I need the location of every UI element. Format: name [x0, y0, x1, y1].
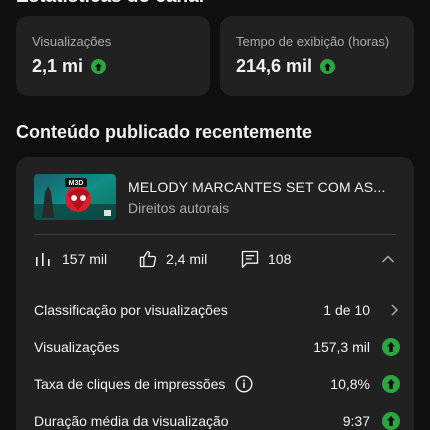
recent-video-card: M3D MELODY MARCANTES SET COM AS... Direi… [16, 157, 414, 430]
video-copyright-status: Direitos autorais [128, 200, 230, 216]
video-likes-metric: 2,4 mil [138, 249, 240, 269]
avg-duration-detail-label: Duração média da visualização [34, 413, 229, 429]
ranking-label: Classificação por visualizações [34, 302, 228, 318]
avg-duration-detail-value: 9:37 [342, 413, 370, 429]
divider [34, 234, 396, 235]
recent-content-title: Conteúdo publicado recentemente [16, 122, 313, 142]
views-stat-value: 2,1 mi [32, 56, 84, 76]
svg-text:M3D: M3D [69, 180, 84, 187]
watch-time-stat-label: Tempo de exibição (horas) [236, 34, 390, 49]
ctr-detail-label: Taxa de cliques de impressões [34, 376, 226, 392]
ctr-detail-row: Taxa de cliques de impressões 10,8% [34, 373, 400, 395]
video-comments-metric: 108 [240, 249, 360, 269]
trend-up-icon [91, 59, 107, 74]
video-title[interactable]: MELODY MARCANTES SET COM AS... [128, 179, 386, 195]
views-stat-label: Visualizações [32, 34, 112, 49]
chevron-up-icon [380, 251, 396, 267]
trend-up-icon [382, 338, 400, 356]
bar-chart-icon [34, 250, 62, 268]
views-detail-value: 157,3 mil [313, 339, 370, 355]
video-views-value: 157 mil [62, 251, 108, 267]
channel-stats-title: Estatísticas do canal [16, 0, 204, 8]
views-stat-card[interactable]: Visualizações 2,1 mi [16, 16, 210, 96]
ctr-detail-value: 10,8% [330, 376, 370, 392]
info-icon[interactable] [235, 375, 253, 393]
views-detail-row: Visualizações 157,3 mil [34, 336, 400, 358]
comment-icon [240, 249, 268, 269]
trend-up-icon [320, 59, 336, 74]
thumbs-up-icon [138, 249, 166, 269]
views-detail-label: Visualizações [34, 339, 120, 355]
video-comments-value: 108 [268, 251, 292, 267]
watch-time-stat-value: 214,6 mil [236, 56, 313, 76]
avg-duration-detail-row: Duração média da visualização 9:37 [34, 410, 400, 430]
video-thumbnail[interactable]: M3D [34, 174, 116, 220]
collapse-button[interactable] [380, 251, 396, 267]
video-views-metric: 157 mil [34, 250, 138, 268]
video-metrics-row: 157 mil 2,4 mil 108 [34, 247, 396, 271]
chevron-right-icon [388, 303, 400, 317]
ranking-value: 1 de 10 [323, 302, 370, 318]
ranking-row[interactable]: Classificação por visualizações 1 de 10 [34, 299, 400, 321]
watch-time-stat-card[interactable]: Tempo de exibição (horas) 214,6 mil [220, 16, 414, 96]
video-likes-value: 2,4 mil [166, 251, 208, 267]
video-item[interactable]: M3D MELODY MARCANTES SET COM AS... Direi… [34, 174, 402, 222]
trend-up-icon [382, 412, 400, 430]
trend-up-icon [382, 375, 400, 393]
